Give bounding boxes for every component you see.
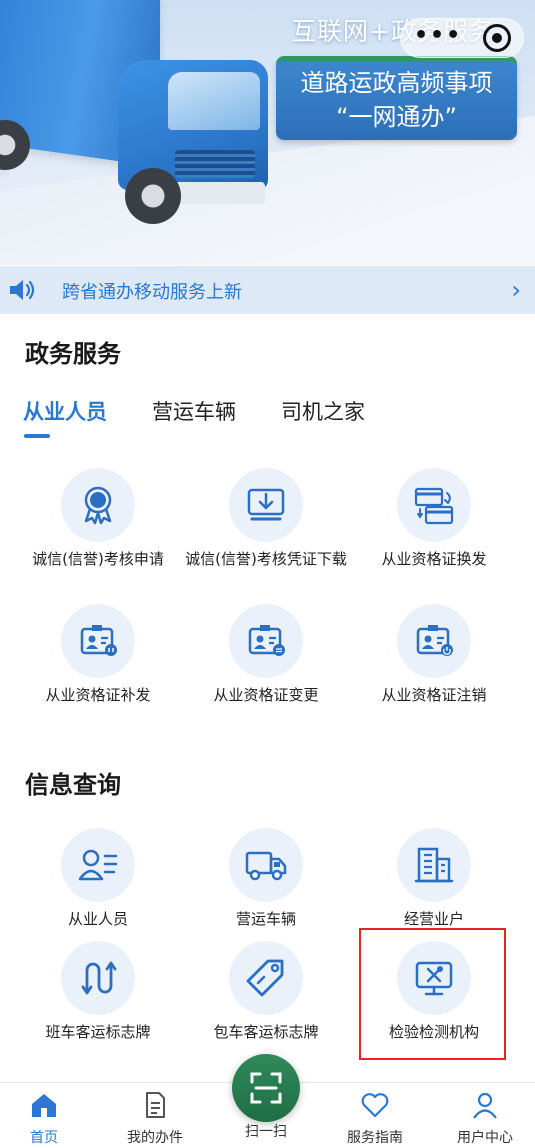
info-query-title: 信息查询 bbox=[25, 771, 121, 799]
building-icon bbox=[397, 828, 471, 902]
route-icon bbox=[61, 941, 135, 1015]
nav-label: 扫一扫 bbox=[245, 1124, 287, 1140]
chevron-right-icon[interactable]: › bbox=[511, 276, 521, 304]
service-credit-certificate-download[interactable]: 诚信(信誉)考核凭证下载 bbox=[181, 468, 351, 570]
gov-services-title: 政务服务 bbox=[25, 340, 121, 368]
more-menu-button[interactable]: ••• bbox=[414, 25, 462, 47]
card-exchange-icon bbox=[397, 468, 471, 542]
query-operating-vehicles[interactable]: 营运车辆 bbox=[181, 828, 351, 930]
nav-label: 我的办件 bbox=[127, 1130, 183, 1146]
home-icon bbox=[32, 1094, 56, 1117]
document-icon bbox=[146, 1092, 165, 1118]
truck-windshield bbox=[168, 72, 260, 130]
hero-banner[interactable]: 互联网+政务服务 道路运政高频事项 “一网通办” ••• bbox=[0, 0, 535, 265]
nav-user-center[interactable]: 用户中心 bbox=[435, 1091, 535, 1147]
query-label: 班车客运标志牌 bbox=[45, 1023, 151, 1041]
query-label: 营运车辆 bbox=[235, 910, 296, 928]
download-certificate-icon bbox=[229, 468, 303, 542]
badge-line-1: 道路运政高频事项 bbox=[300, 69, 493, 97]
user-icon bbox=[473, 1092, 497, 1119]
service-qualification-exchange[interactable]: 从业资格证换发 bbox=[349, 468, 519, 570]
service-qualification-cancel[interactable]: 从业资格证注销 bbox=[349, 604, 519, 706]
tab-operating-vehicles[interactable]: 营运车辆 bbox=[152, 396, 236, 426]
query-business-households[interactable]: 经营业户 bbox=[349, 828, 519, 930]
credit-award-icon bbox=[61, 468, 135, 542]
service-label: 诚信(信誉)考核凭证下载 bbox=[185, 550, 347, 568]
nav-label: 用户中心 bbox=[457, 1130, 513, 1146]
nav-my-cases[interactable]: 我的办件 bbox=[105, 1091, 205, 1147]
truck-icon bbox=[229, 828, 303, 902]
nav-label: 首页 bbox=[30, 1130, 58, 1146]
service-label: 从业资格证变更 bbox=[213, 686, 319, 704]
service-label: 从业资格证补发 bbox=[45, 686, 151, 704]
notice-bar[interactable]: 跨省通办移动服务上新 › bbox=[0, 266, 535, 314]
truck-grille bbox=[175, 150, 255, 178]
query-label: 经营业户 bbox=[403, 910, 464, 928]
service-label: 诚信(信誉)考核申请 bbox=[32, 550, 164, 568]
badge-line-2: “一网通办” bbox=[336, 103, 457, 131]
personnel-icon bbox=[61, 828, 135, 902]
service-qualification-change[interactable]: 从业资格证变更 bbox=[181, 604, 351, 706]
close-miniapp-icon[interactable] bbox=[483, 24, 511, 52]
id-card-reissue-icon bbox=[61, 604, 135, 678]
query-label: 从业人员 bbox=[67, 910, 128, 928]
truck-front-wheel bbox=[125, 168, 181, 224]
nav-service-guide[interactable]: 服务指南 bbox=[325, 1091, 425, 1147]
nav-home[interactable]: 首页 bbox=[0, 1091, 94, 1147]
notice-text[interactable]: 跨省通办移动服务上新 bbox=[62, 278, 242, 304]
id-card-cancel-icon bbox=[397, 604, 471, 678]
tab-drivers-home[interactable]: 司机之家 bbox=[281, 396, 365, 426]
id-card-change-icon bbox=[229, 604, 303, 678]
service-qualification-reissue[interactable]: 从业资格证补发 bbox=[13, 604, 183, 706]
scan-button[interactable] bbox=[232, 1054, 300, 1122]
query-practitioners[interactable]: 从业人员 bbox=[13, 828, 183, 930]
tag-icon bbox=[229, 941, 303, 1015]
query-charter-bus-plate[interactable]: 包车客运标志牌 bbox=[181, 941, 351, 1043]
banner-badge: 道路运政高频事项 “一网通办” bbox=[276, 56, 517, 140]
heart-icon bbox=[361, 1093, 389, 1118]
highlight-box bbox=[359, 928, 506, 1060]
scan-icon bbox=[250, 1072, 282, 1104]
gov-services-tabs: 从业人员 营运车辆 司机之家 bbox=[0, 396, 535, 438]
query-label: 包车客运标志牌 bbox=[213, 1023, 319, 1041]
service-label: 从业资格证换发 bbox=[381, 550, 487, 568]
service-label: 从业资格证注销 bbox=[381, 686, 487, 704]
speaker-icon bbox=[10, 280, 35, 300]
active-tab-indicator bbox=[24, 434, 50, 438]
nav-label: 服务指南 bbox=[347, 1130, 403, 1146]
query-shuttle-bus-plate[interactable]: 班车客运标志牌 bbox=[13, 941, 183, 1043]
tab-practitioners[interactable]: 从业人员 bbox=[23, 396, 107, 426]
service-credit-apply[interactable]: 诚信(信誉)考核申请 bbox=[13, 468, 183, 570]
